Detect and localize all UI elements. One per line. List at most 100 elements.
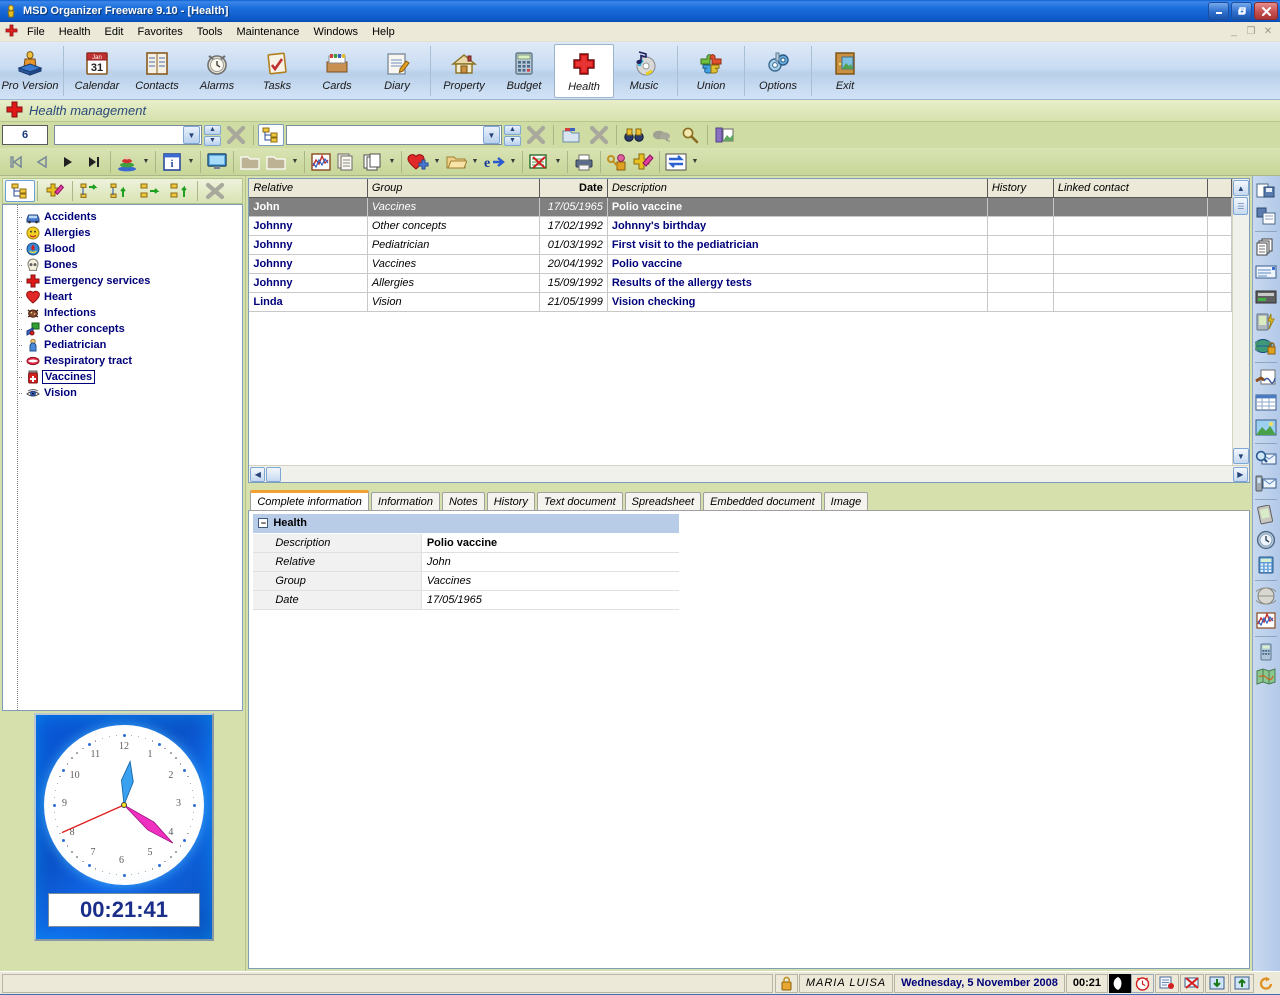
search-combo[interactable]: ▼ (54, 125, 202, 145)
column-header-history[interactable]: History (987, 179, 1054, 198)
chart-icon[interactable] (1253, 609, 1279, 633)
folder-icon[interactable] (237, 150, 263, 174)
tree-item-emergency-services[interactable]: Emergency services (3, 273, 242, 289)
tab-information[interactable]: Information (370, 492, 440, 510)
menu-item-windows[interactable]: Windows (306, 24, 365, 40)
search-spinner[interactable]: ▲ ▼ (204, 124, 221, 146)
mdi-restore-button[interactable]: ❐ (1243, 25, 1259, 39)
grid-vertical-scrollbar[interactable]: ▲ ☰ ▼ (1231, 179, 1249, 465)
tree-view-icon[interactable] (258, 124, 284, 146)
chevron-down-icon[interactable]: ▼ (469, 150, 481, 174)
clear-all-icon[interactable] (586, 124, 612, 146)
chevron-down-icon[interactable]: ▼ (431, 150, 443, 174)
grid-horizontal-scrollbar[interactable]: ◀ ▶ (249, 465, 1249, 482)
menu-item-health[interactable]: Health (52, 24, 98, 40)
chevron-down-icon[interactable]: ▼ (183, 126, 200, 144)
pda-icon[interactable] (1253, 503, 1279, 527)
monitor-preview-icon[interactable] (204, 150, 230, 174)
toolbar-button-property[interactable]: Property (434, 44, 494, 98)
toolbar-button-calendar[interactable]: Jan 31 Calendar (67, 44, 127, 98)
tree-item-heart[interactable]: Heart (3, 289, 242, 305)
table-row[interactable]: John Vaccines 17/05/1965 Polio vaccine (249, 197, 1232, 217)
delete-record-icon[interactable] (526, 150, 552, 174)
column-header-relative[interactable]: Relative (249, 179, 368, 198)
multi-documents-icon[interactable] (1253, 235, 1279, 259)
tree-item-other-concepts[interactable]: Other concepts (3, 321, 242, 337)
toolbar-button-union[interactable]: Union (681, 44, 741, 98)
filter-combo[interactable]: ▼ (286, 125, 502, 145)
upload-icon[interactable] (1230, 973, 1254, 993)
envelope-icon[interactable] (1253, 260, 1279, 284)
tab-history[interactable]: History (486, 492, 535, 510)
tab-spreadsheet[interactable]: Spreadsheet (624, 492, 702, 510)
column-header-date[interactable]: Date (539, 179, 608, 198)
exchange-icon[interactable] (663, 150, 689, 174)
tree-item-blood[interactable]: Blood (3, 241, 242, 257)
tab-image[interactable]: Image (823, 492, 869, 510)
promote-group-icon[interactable] (165, 180, 195, 202)
toolbar-button-health[interactable]: Health (554, 44, 614, 98)
chevron-down-icon[interactable]: ▼ (507, 150, 519, 174)
tree-view-icon[interactable] (5, 180, 35, 202)
column-header-extra[interactable] (1207, 179, 1232, 198)
save-document-icon[interactable] (1253, 179, 1279, 203)
tree-item-infections[interactable]: Infections (3, 305, 242, 321)
pda-sync-icon[interactable] (1253, 310, 1279, 334)
move-group-icon[interactable] (135, 180, 165, 202)
signature-icon[interactable] (1253, 366, 1279, 390)
lock-icon[interactable] (774, 973, 798, 993)
table-row[interactable]: Johnny Allergies 15/09/1992 Results of the … (249, 273, 1232, 293)
spinner-up-icon[interactable]: ▲ (204, 124, 221, 135)
tree-item-allergies[interactable]: Allergies (3, 225, 242, 241)
menu-item-edit[interactable]: Edit (98, 24, 131, 40)
alarm-clock-icon[interactable] (1131, 973, 1154, 993)
add-health-record-icon[interactable] (405, 150, 431, 174)
detail-field-value[interactable]: John (420, 551, 680, 572)
toolbar-button-alarms[interactable]: Alarms (187, 44, 247, 98)
clear-filter-icon[interactable] (523, 124, 549, 146)
clear-search-icon[interactable] (223, 124, 249, 146)
no-mail-icon[interactable] (1180, 973, 1204, 993)
toolbar-button-tasks[interactable]: Tasks (247, 44, 307, 98)
scroll-right-button[interactable]: ▶ (1232, 466, 1248, 482)
toolbar-button-contacts[interactable]: Contacts (127, 44, 187, 98)
edit-group-icon[interactable] (40, 180, 70, 202)
toolbar-button-options[interactable]: Options (748, 44, 808, 98)
spreadsheet-icon[interactable] (1253, 391, 1279, 415)
print-icon[interactable] (571, 150, 597, 174)
copy-document-icon[interactable] (1253, 204, 1279, 228)
category-tree[interactable]: Accidents Allergies Blood Bones Emergency se… (2, 204, 244, 711)
image-icon[interactable] (1253, 416, 1279, 440)
menu-item-file[interactable]: File (20, 24, 52, 40)
tree-item-vaccines[interactable]: Vaccines (3, 369, 242, 385)
folder-filter-icon[interactable] (558, 124, 584, 146)
previous-record-icon[interactable] (29, 150, 55, 174)
binoculars-search-icon[interactable] (621, 124, 647, 146)
chart-icon[interactable] (308, 150, 334, 174)
filter-input[interactable] (287, 127, 479, 143)
chevron-down-icon[interactable]: ▼ (386, 150, 398, 174)
tab-notes[interactable]: Notes (441, 492, 485, 510)
collapse-toggle-icon[interactable]: − (258, 518, 269, 529)
world-icon[interactable] (1253, 584, 1279, 608)
next-record-icon[interactable] (55, 150, 81, 174)
globe-lock-icon[interactable] (1253, 335, 1279, 359)
card-icon[interactable] (1253, 285, 1279, 309)
tab-text-document[interactable]: Text document (536, 492, 623, 510)
restore-button[interactable] (1231, 2, 1252, 20)
note-icon[interactable] (1155, 973, 1179, 993)
chevron-down-icon[interactable]: ▼ (289, 150, 301, 174)
open-folder-icon[interactable] (443, 150, 469, 174)
chevron-down-icon[interactable]: ▼ (185, 150, 197, 174)
scroll-down-button[interactable]: ▼ (1232, 448, 1249, 464)
chevron-down-icon[interactable]: ▼ (140, 150, 152, 174)
calculator-icon[interactable] (1253, 553, 1279, 577)
close-button[interactable] (1254, 2, 1278, 20)
filter-spinner[interactable]: ▲ ▼ (504, 124, 521, 146)
minimize-button[interactable] (1208, 2, 1229, 20)
table-row[interactable]: Linda Vision 21/05/1999 Vision checking (249, 292, 1232, 312)
magnifier-icon[interactable] (677, 124, 703, 146)
chevron-down-icon[interactable]: ▼ (689, 150, 701, 174)
clock-icon[interactable] (1253, 528, 1279, 552)
table-row[interactable]: Johnny Pediatrician 01/03/1992 First visit … (249, 235, 1232, 255)
